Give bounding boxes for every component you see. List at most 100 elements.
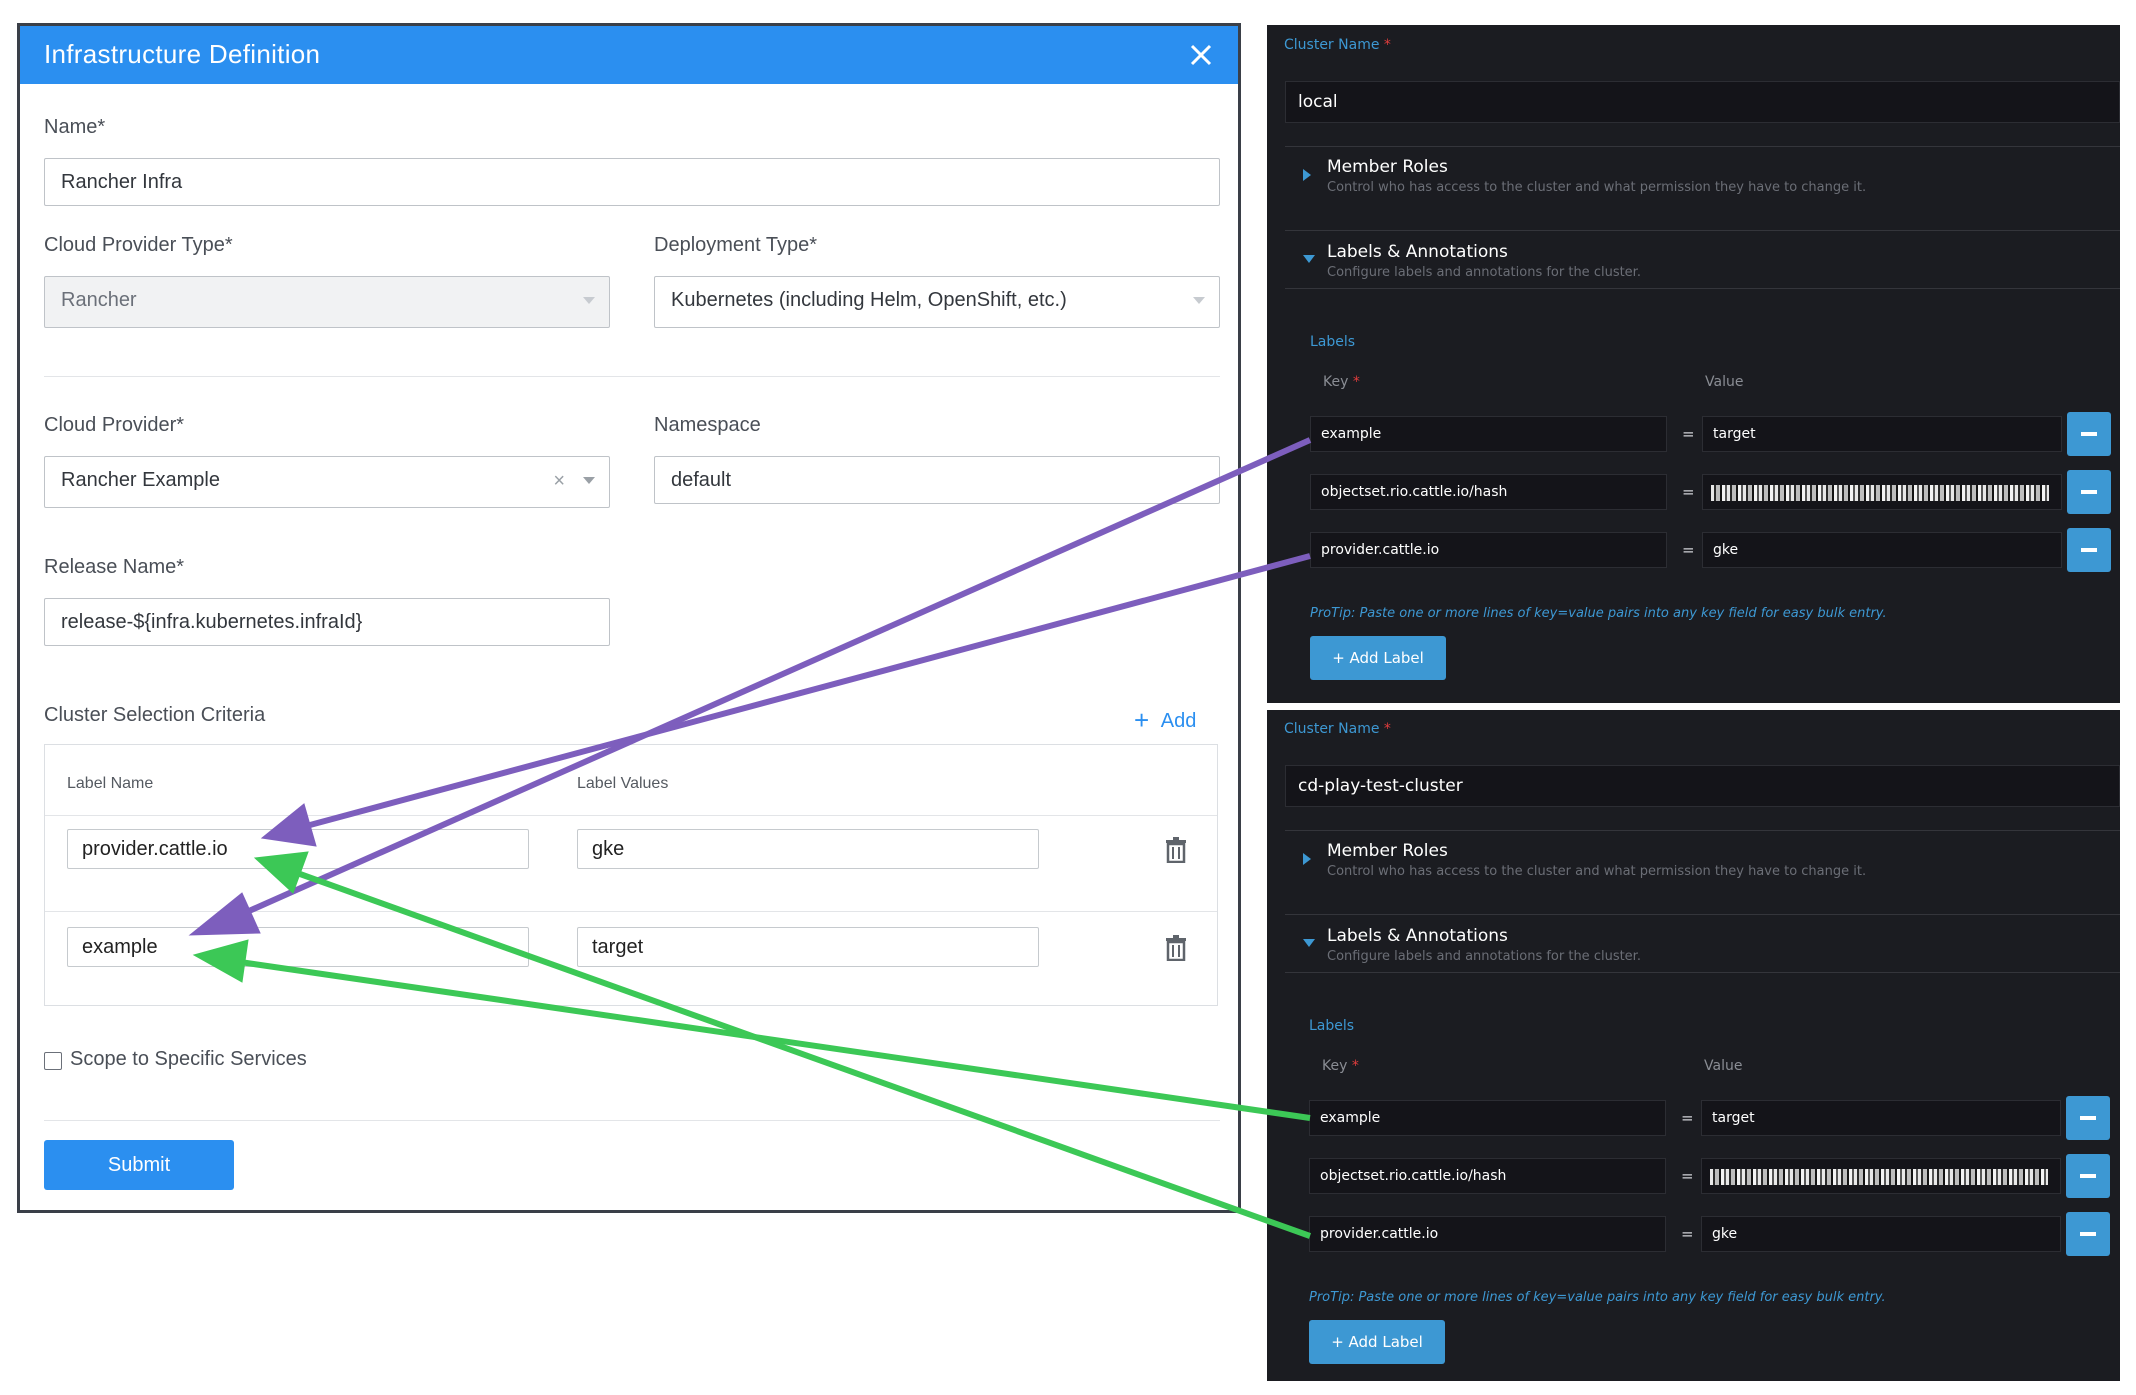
label-key-input[interactable]: example: [1310, 416, 1667, 452]
criteria-table: Label Name Label Values provider.cattle.…: [44, 744, 1218, 1006]
cloud-provider-type-label: Cloud Provider Type*: [44, 234, 233, 256]
member-roles-desc: Control who has access to the cluster an…: [1327, 180, 1867, 195]
labels-heading: Labels: [1309, 1018, 1355, 1034]
plus-icon: +: [1134, 705, 1150, 735]
remove-label-button[interactable]: [2066, 1212, 2110, 1256]
label-value-input-blurred[interactable]: [1702, 474, 2062, 510]
blurred-hash-value: [1710, 1169, 2048, 1185]
section-divider: [1285, 972, 2120, 973]
scope-checkbox[interactable]: [44, 1052, 62, 1070]
cloud-provider-select[interactable]: Rancher Example ×: [44, 456, 610, 508]
equals-sign: =: [1681, 1225, 1694, 1243]
cluster-name-input[interactable]: local: [1285, 81, 2120, 123]
cluster-selection-criteria-title: Cluster Selection Criteria: [44, 704, 266, 726]
dialog-title: Infrastructure Definition: [44, 39, 321, 69]
cluster-name-label: Cluster Name *: [1284, 37, 1391, 53]
label-key-input[interactable]: objectset.rio.cattle.io/hash: [1310, 474, 1667, 510]
remove-label-button[interactable]: [2067, 412, 2111, 456]
labels-annotations-section[interactable]: Labels & Annotations Configure labels an…: [1285, 914, 2120, 999]
release-name-label: Release Name*: [44, 556, 185, 578]
label-value-input[interactable]: gke: [1701, 1216, 2061, 1252]
deployment-type-label: Deployment Type*: [654, 234, 818, 256]
remove-label-button[interactable]: [2067, 470, 2111, 514]
label-value-input-blurred[interactable]: [1701, 1158, 2061, 1194]
cluster-name-input[interactable]: cd-play-test-cluster: [1285, 765, 2120, 807]
label-key-input[interactable]: example: [1309, 1100, 1666, 1136]
label-key-input[interactable]: provider.cattle.io: [1309, 1216, 1666, 1252]
chevron-down-icon: [583, 297, 595, 304]
rancher-panel-cd-play: Cluster Name * cd-play-test-cluster Memb…: [1267, 710, 2120, 1381]
member-roles-section[interactable]: Member Roles Control who has access to t…: [1285, 830, 2120, 915]
minus-icon: [2080, 1174, 2096, 1178]
clear-icon[interactable]: ×: [553, 470, 565, 493]
member-roles-section[interactable]: Member Roles Control who has access to t…: [1285, 146, 2120, 231]
value-header: Value: [1704, 1058, 1743, 1074]
cloud-provider-label: Cloud Provider*: [44, 414, 185, 436]
equals-sign: =: [1682, 541, 1695, 559]
label-value-input[interactable]: target: [1702, 416, 2062, 452]
deployment-type-value: Kubernetes (including Helm, OpenShift, e…: [671, 289, 1067, 311]
minus-icon: [2081, 490, 2097, 494]
minus-icon: [2081, 548, 2097, 552]
row-divider: [45, 815, 1217, 816]
labels-annotations-title: Labels & Annotations: [1327, 242, 1508, 262]
section-divider: [1285, 288, 2120, 289]
chevron-down-icon: [1193, 297, 1205, 304]
submit-button[interactable]: Submit: [44, 1140, 234, 1190]
scope-label: Scope to Specific Services: [70, 1048, 307, 1070]
label-value-input[interactable]: target: [1701, 1100, 2061, 1136]
name-label: Name*: [44, 116, 106, 138]
namespace-label: Namespace: [654, 414, 761, 436]
key-header: Key *: [1323, 374, 1360, 390]
remove-label-button[interactable]: [2066, 1154, 2110, 1198]
label-key-input[interactable]: provider.cattle.io: [1310, 532, 1667, 568]
minus-icon: [2080, 1232, 2096, 1236]
equals-sign: =: [1682, 425, 1695, 443]
close-icon[interactable]: [1186, 40, 1216, 70]
add-criteria-label: Add: [1160, 710, 1197, 732]
namespace-input[interactable]: default: [654, 456, 1220, 504]
trash-icon[interactable]: [1165, 935, 1187, 961]
cloud-provider-type-value: Rancher: [61, 289, 137, 311]
remove-label-button[interactable]: [2066, 1096, 2110, 1140]
remove-label-button[interactable]: [2067, 528, 2111, 572]
add-criteria-link[interactable]: + Add: [1134, 703, 1197, 735]
minus-icon: [2080, 1116, 2096, 1120]
cloud-provider-type-select[interactable]: Rancher: [44, 276, 610, 328]
label-key-input[interactable]: objectset.rio.cattle.io/hash: [1309, 1158, 1666, 1194]
criteria-label-name-input[interactable]: provider.cattle.io: [67, 829, 529, 869]
chevron-right-icon: [1303, 169, 1311, 181]
deployment-type-select[interactable]: Kubernetes (including Helm, OpenShift, e…: [654, 276, 1220, 328]
labels-heading: Labels: [1310, 334, 1356, 350]
add-label-button[interactable]: + Add Label: [1310, 636, 1446, 680]
trash-icon[interactable]: [1165, 837, 1187, 863]
cloud-provider-value: Rancher Example: [61, 469, 220, 491]
chevron-down-icon: [583, 477, 595, 484]
criteria-label-name-input[interactable]: example: [67, 927, 529, 967]
row-divider: [45, 911, 1217, 912]
minus-icon: [2081, 432, 2097, 436]
member-roles-title: Member Roles: [1327, 157, 1448, 177]
blurred-hash-value: [1711, 485, 2049, 501]
chevron-down-icon: [1303, 939, 1315, 947]
member-roles-desc: Control who has access to the cluster an…: [1327, 864, 1867, 879]
label-values-header: Label Values: [577, 775, 669, 792]
labels-annotations-desc: Configure labels and annotations for the…: [1327, 949, 1641, 964]
dialog-header: Infrastructure Definition: [20, 26, 1238, 84]
name-input[interactable]: Rancher Infra: [44, 158, 1220, 206]
label-value-input[interactable]: gke: [1702, 532, 2062, 568]
add-label-button[interactable]: + Add Label: [1309, 1320, 1445, 1364]
protip-text: ProTip: Paste one or more lines of key=v…: [1309, 1290, 1886, 1305]
labels-annotations-section[interactable]: Labels & Annotations Configure labels an…: [1285, 230, 2120, 315]
criteria-label-value-input[interactable]: gke: [577, 829, 1039, 869]
criteria-label-value-input[interactable]: target: [577, 927, 1039, 967]
labels-annotations-desc: Configure labels and annotations for the…: [1327, 265, 1641, 280]
label-name-header: Label Name: [67, 775, 154, 792]
equals-sign: =: [1681, 1167, 1694, 1185]
labels-annotations-title: Labels & Annotations: [1327, 926, 1508, 946]
equals-sign: =: [1682, 483, 1695, 501]
footer-divider: [44, 1120, 1220, 1121]
release-name-input[interactable]: release-${infra.kubernetes.infraId}: [44, 598, 610, 646]
member-roles-title: Member Roles: [1327, 841, 1448, 861]
infrastructure-definition-dialog: Infrastructure Definition Name* Rancher …: [17, 23, 1241, 1213]
